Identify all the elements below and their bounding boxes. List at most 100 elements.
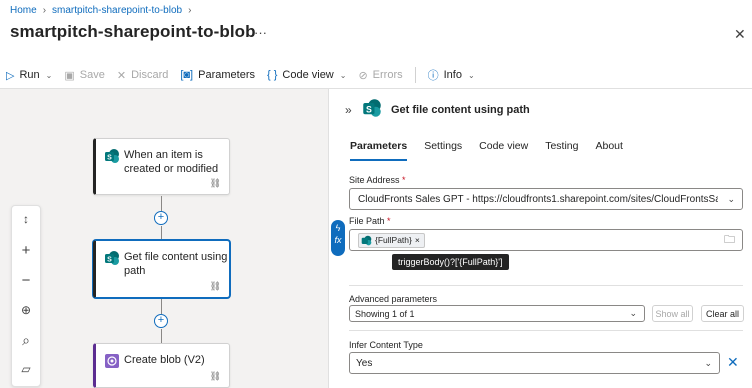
remove-parameter-icon[interactable]: ✕ — [727, 354, 739, 371]
section-divider — [349, 285, 743, 286]
expand-panel-icon[interactable]: » — [345, 103, 352, 117]
infer-content-type-value: Yes — [356, 357, 373, 369]
step-title: Create blob (V2) — [124, 354, 205, 366]
info-icon: ⓘ — [427, 70, 439, 82]
remove-token-icon[interactable]: × — [415, 235, 420, 245]
chevron-down-icon: ⌄ — [467, 70, 475, 80]
dynamic-content-toggle[interactable]: ϟ fx — [331, 220, 345, 256]
infer-content-type-label: Infer Content Type — [349, 340, 423, 350]
toolbar-divider — [414, 67, 416, 83]
token-label: {FullPath} — [375, 235, 412, 245]
svg-text:S: S — [107, 155, 112, 162]
chevron-down-icon: ⌄ — [339, 70, 347, 80]
breadcrumb-current-link[interactable]: smartpitch-sharepoint-to-blob — [52, 5, 182, 16]
zoom-controls: ↕ + − ⊕ ⌕ ▱ — [11, 205, 41, 387]
tab-settings[interactable]: Settings — [424, 140, 462, 161]
file-path-token[interactable]: {FullPath} × — [358, 232, 425, 248]
info-button[interactable]: ⓘ Info ⌄ — [422, 64, 481, 86]
infer-content-type-dropdown[interactable]: Yes ⌄ — [349, 352, 720, 374]
add-step-button[interactable]: + — [154, 314, 168, 328]
panel-tabs: Parameters Settings Code view Testing Ab… — [350, 140, 623, 161]
connector-line — [161, 196, 162, 211]
required-marker: * — [402, 175, 406, 185]
parameters-button[interactable]: [◙] Parameters — [174, 64, 261, 86]
error-circle-icon: ⊘ — [358, 69, 368, 82]
sharepoint-icon: S — [105, 251, 119, 265]
file-path-input[interactable]: {FullPath} × 🗀 — [349, 229, 743, 251]
site-address-dropdown[interactable]: CloudFronts Sales GPT - https://cloudfro… — [349, 188, 743, 210]
site-address-value: CloudFronts Sales GPT - https://cloudfro… — [358, 193, 718, 205]
connector-line — [161, 226, 162, 240]
step-title: When an item is created or modified — [124, 149, 219, 175]
advanced-parameters-dropdown[interactable]: Showing 1 of 1 ⌄ — [349, 305, 645, 322]
panel-title: Get file content using path — [391, 104, 530, 116]
run-button[interactable]: ▷ Run ⌄ — [0, 64, 58, 86]
link-icon: ⛓ — [209, 178, 221, 188]
sharepoint-icon: S — [363, 99, 381, 117]
svg-text:S: S — [366, 104, 372, 114]
step-title: Get file content using path — [124, 251, 228, 277]
section-divider — [349, 330, 743, 331]
code-view-label: Code view — [282, 69, 334, 81]
chevron-down-icon: ⌄ — [704, 357, 712, 368]
minimap-icon[interactable]: ▱ — [12, 362, 40, 376]
run-label: Run — [19, 69, 40, 81]
center-view-icon[interactable]: ⊕ — [12, 303, 40, 317]
discard-icon: ✕ — [116, 69, 127, 82]
code-braces-icon: { } — [266, 69, 278, 81]
code-view-button[interactable]: { } Code view ⌄ — [261, 64, 352, 86]
svg-text:S: S — [107, 257, 112, 264]
save-icon: ▣ — [64, 69, 75, 82]
play-icon: ▷ — [6, 69, 15, 82]
link-icon: ⛓ — [209, 281, 221, 291]
tab-parameters[interactable]: Parameters — [350, 140, 408, 161]
save-label: Save — [79, 69, 105, 81]
discard-button[interactable]: ✕ Discard — [111, 64, 175, 86]
advanced-parameters-label: Advanced parameters — [349, 294, 438, 304]
required-marker: * — [387, 216, 391, 226]
breadcrumb: Home › smartpitch-sharepoint-to-blob › — [10, 5, 191, 16]
tab-code-view[interactable]: Code view — [479, 140, 528, 161]
errors-label: Errors — [372, 69, 403, 81]
connector-line — [161, 299, 162, 314]
link-icon: ⛓ — [209, 371, 221, 381]
info-label: Info — [443, 69, 462, 81]
lightning-icon[interactable]: ϟ — [331, 223, 345, 233]
breadcrumb-home-link[interactable]: Home — [10, 5, 37, 16]
chevron-right-icon: › — [188, 5, 192, 16]
advanced-parameters-value: Showing 1 of 1 — [355, 308, 415, 319]
fit-view-icon[interactable]: ↕ — [12, 212, 40, 226]
parameters-label: Parameters — [198, 69, 255, 81]
file-path-label: File Path * — [349, 216, 391, 226]
chevron-down-icon: ⌄ — [45, 70, 53, 80]
token-tooltip: triggerBody()?['{FullPath}'] — [392, 254, 509, 270]
clear-all-button[interactable]: Clear all — [701, 305, 744, 322]
more-options-icon[interactable]: ··· — [254, 25, 267, 40]
save-button[interactable]: ▣ Save — [58, 64, 110, 86]
get-file-content-card[interactable]: S Get file content using path ⛓ — [93, 240, 230, 298]
trigger-card[interactable]: S When an item is created or modified ⛓ — [93, 138, 230, 195]
folder-icon[interactable]: 🗀 — [724, 231, 735, 250]
add-step-button[interactable]: + — [154, 211, 168, 225]
zoom-in-icon[interactable]: + — [12, 242, 40, 259]
close-icon[interactable]: ✕ — [734, 26, 746, 43]
sharepoint-icon — [361, 235, 372, 245]
zoom-out-icon[interactable]: − — [12, 272, 40, 289]
tab-testing[interactable]: Testing — [545, 140, 578, 161]
toolbar: ▷ Run ⌄ ▣ Save ✕ Discard [◙] Parameters … — [0, 62, 752, 88]
chevron-down-icon: ⌄ — [629, 308, 637, 318]
panel-divider — [328, 89, 329, 388]
show-all-button[interactable]: Show all — [652, 305, 693, 322]
site-address-label: Site Address * — [349, 175, 406, 185]
tab-about[interactable]: About — [595, 140, 622, 161]
sharepoint-icon: S — [105, 149, 119, 163]
chevron-right-icon: › — [42, 5, 47, 16]
errors-button[interactable]: ⊘ Errors — [352, 64, 408, 86]
connector-line — [161, 329, 162, 343]
discard-label: Discard — [131, 69, 169, 81]
expression-fx-icon[interactable]: fx — [331, 235, 345, 245]
create-blob-card[interactable]: Create blob (V2) ⛓ — [93, 343, 230, 388]
page-title: smartpitch-sharepoint-to-blob — [10, 22, 256, 41]
search-icon[interactable]: ⌕ — [12, 332, 40, 349]
chevron-down-icon: ⌄ — [727, 193, 735, 204]
